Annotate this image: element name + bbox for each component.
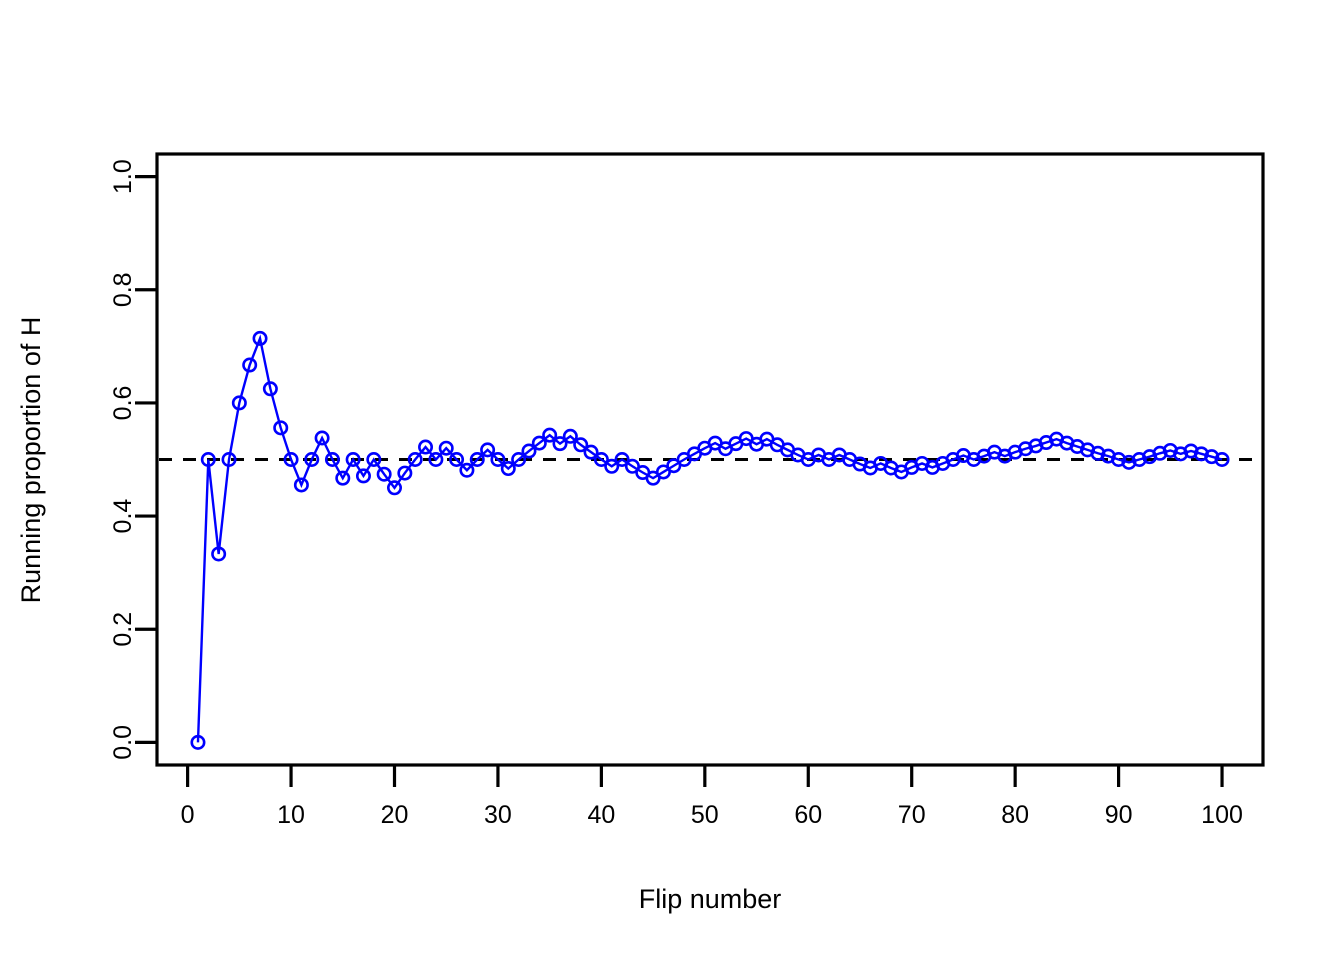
x-tick-label: 60	[794, 801, 822, 829]
x-tick-label: 100	[1201, 801, 1243, 829]
y-tick-label: 0.2	[109, 612, 137, 647]
plot-svg: Flip number Running proportion of H 0.00…	[16, 152, 1265, 914]
y-tick-label: 0.4	[109, 499, 137, 534]
running-proportion-chart: Flip number Running proportion of H 0.0 0…	[0, 0, 1344, 960]
x-axis-title: Flip number	[639, 884, 782, 914]
running-proportion-line	[196, 334, 1223, 743]
x-tick-label: 80	[1001, 801, 1029, 829]
x-tick-label: 30	[484, 801, 512, 829]
x-tick-label: 50	[691, 801, 719, 829]
y-axis-ticks: 0.0 0.2 0.4 0.6 0.8 1.0	[109, 159, 157, 760]
y-axis-title: Running proportion of H	[16, 317, 46, 604]
x-tick-label: 70	[898, 801, 926, 829]
x-axis-ticks: 0 10 20 30 40 50 60 70 80 90 100	[181, 765, 1243, 829]
x-tick-label: 90	[1105, 801, 1133, 829]
y-tick-label: 0.8	[109, 272, 137, 307]
running-proportion-markers	[190, 330, 1230, 750]
x-tick-label: 10	[277, 801, 305, 829]
x-tick-label: 40	[587, 801, 615, 829]
y-tick-label: 0.0	[109, 725, 137, 760]
x-tick-label: 0	[181, 801, 195, 829]
y-tick-label: 0.6	[109, 386, 137, 421]
y-tick-label: 1.0	[109, 159, 137, 194]
x-tick-label: 20	[381, 801, 409, 829]
